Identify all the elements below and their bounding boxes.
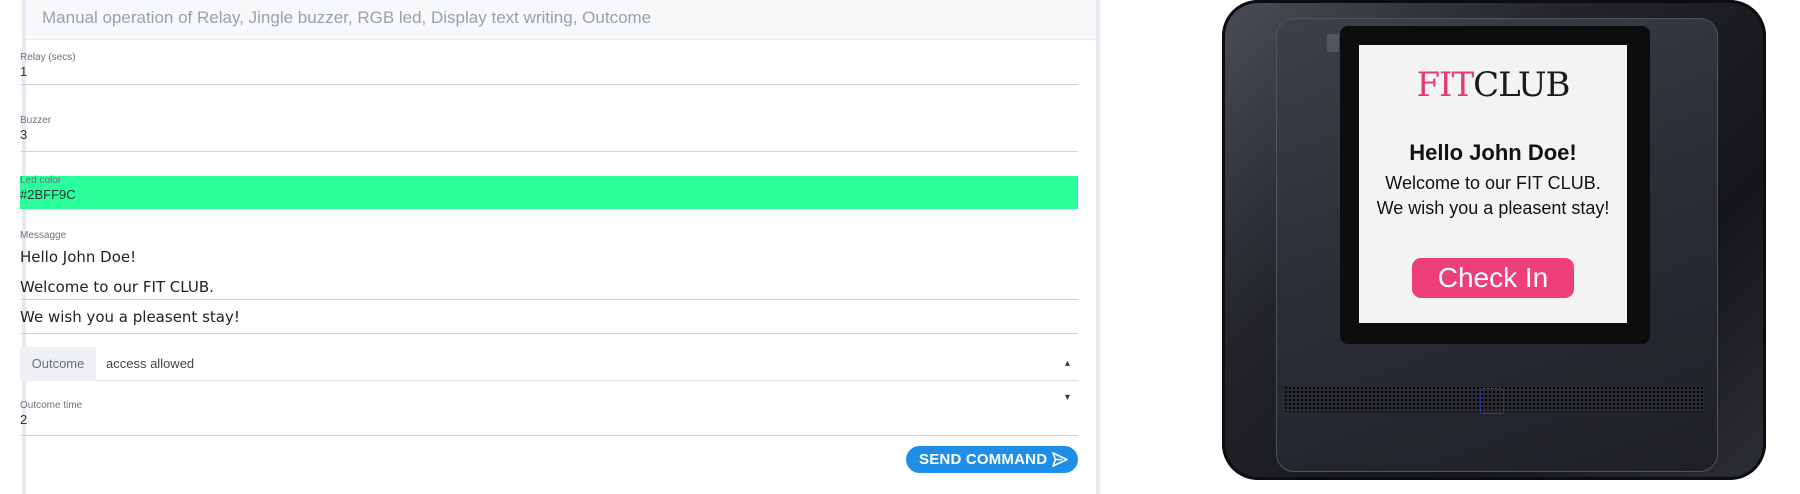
- outcome-field: Outcome access allowed ▴ ▾: [20, 347, 1078, 403]
- check-in-button: Check In: [1412, 258, 1574, 298]
- outcome-label: Outcome: [20, 347, 96, 381]
- logo-fit-text: FIT: [1416, 65, 1474, 105]
- outcome-time-input[interactable]: 2: [20, 412, 1078, 428]
- message-underline: [20, 333, 1078, 334]
- send-command-label: SEND COMMAND: [919, 451, 1048, 468]
- message-line-3[interactable]: We wish you a pleasent stay!: [20, 308, 240, 326]
- relay-input[interactable]: 1: [20, 64, 1078, 80]
- device-screen: FITCLUB Hello John Doe! Welcome to our F…: [1359, 45, 1627, 323]
- message-label: Messagge: [20, 230, 67, 241]
- device-wish: We wish you a pleasent stay!: [1376, 198, 1610, 218]
- message-divider: [20, 299, 1078, 300]
- message-line-1[interactable]: Hello John Doe!: [20, 248, 136, 266]
- led-color-field[interactable]: Led color #2BFF9C: [20, 175, 1078, 209]
- relay-underline: [20, 84, 1078, 85]
- fitclub-logo: FITCLUB: [1359, 65, 1627, 105]
- device-welcome: Welcome to our FIT CLUB.: [1385, 173, 1601, 193]
- buzzer-input[interactable]: 3: [20, 127, 1078, 143]
- led-color-input[interactable]: #2BFF9C: [20, 187, 1078, 203]
- buzzer-label: Buzzer: [20, 115, 52, 126]
- outcome-time-underline: [20, 435, 1078, 436]
- message-line-2[interactable]: Welcome to our FIT CLUB.: [20, 278, 214, 296]
- device-greeting: Hello John Doe!: [1409, 140, 1577, 165]
- relay-label: Relay (secs): [20, 52, 76, 63]
- outcome-select[interactable]: access allowed ▴ ▾: [96, 347, 1078, 403]
- logo-club-text: CLUB: [1473, 65, 1570, 105]
- send-command-button[interactable]: SEND COMMAND: [906, 446, 1078, 473]
- buzzer-field[interactable]: Buzzer 3: [20, 115, 1078, 153]
- device-corner-mark: [1327, 34, 1339, 52]
- outcome-time-label: Outcome time: [20, 400, 83, 411]
- led-color-label: Led color: [20, 175, 62, 186]
- outcome-selected-value: access allowed: [106, 356, 195, 371]
- message-label-wrap: Messagge: [20, 230, 1078, 244]
- buzzer-underline: [20, 151, 1078, 152]
- send-icon: [1052, 452, 1068, 467]
- nfc-reader-icon: [1480, 388, 1504, 414]
- relay-field[interactable]: Relay (secs) 1: [20, 52, 1078, 85]
- card-title: Manual operation of Relay, Jingle buzzer…: [26, 0, 1096, 40]
- outcome-time-field[interactable]: Outcome time 2: [20, 400, 1078, 436]
